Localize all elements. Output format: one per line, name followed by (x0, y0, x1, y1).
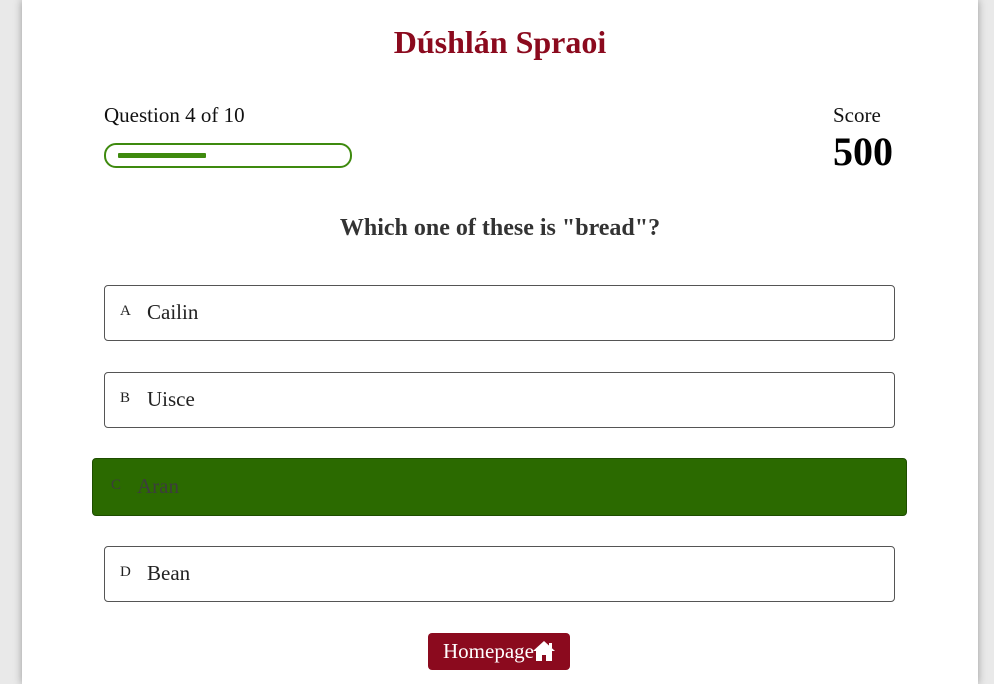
app-title: Dúshlán Spraoi (393, 24, 607, 60)
score-label: Score (833, 103, 881, 127)
question-text: Which one of these is "bread"? (339, 215, 661, 241)
progress-fill (118, 153, 206, 158)
score-value: 500 (833, 129, 893, 174)
option-letter: D (120, 564, 131, 580)
question-progress-label: Question 4 of 10 (104, 103, 245, 127)
quiz-page: Dúshlán Spraoi Question 4 of 10 Score 50… (22, 0, 978, 684)
option-letter: B (120, 390, 131, 406)
homepage-button-label: Homepage (443, 639, 534, 663)
option-text: Uisce (147, 387, 195, 411)
option-letter: A (120, 303, 131, 319)
answer-option-d[interactable]: D Bean (104, 546, 895, 602)
homepage-button[interactable]: Homepage (428, 633, 570, 670)
home-icon (533, 641, 555, 661)
option-text: Cailin (147, 300, 199, 324)
answer-option-a[interactable]: A Cailin (104, 285, 895, 341)
progress-bar (104, 143, 352, 168)
answer-option-b[interactable]: B Uisce (104, 372, 895, 428)
option-letter: C (111, 477, 122, 493)
answer-option-c[interactable]: C Aran (92, 458, 907, 516)
option-text: Aran (137, 474, 179, 498)
option-text: Bean (147, 561, 191, 585)
